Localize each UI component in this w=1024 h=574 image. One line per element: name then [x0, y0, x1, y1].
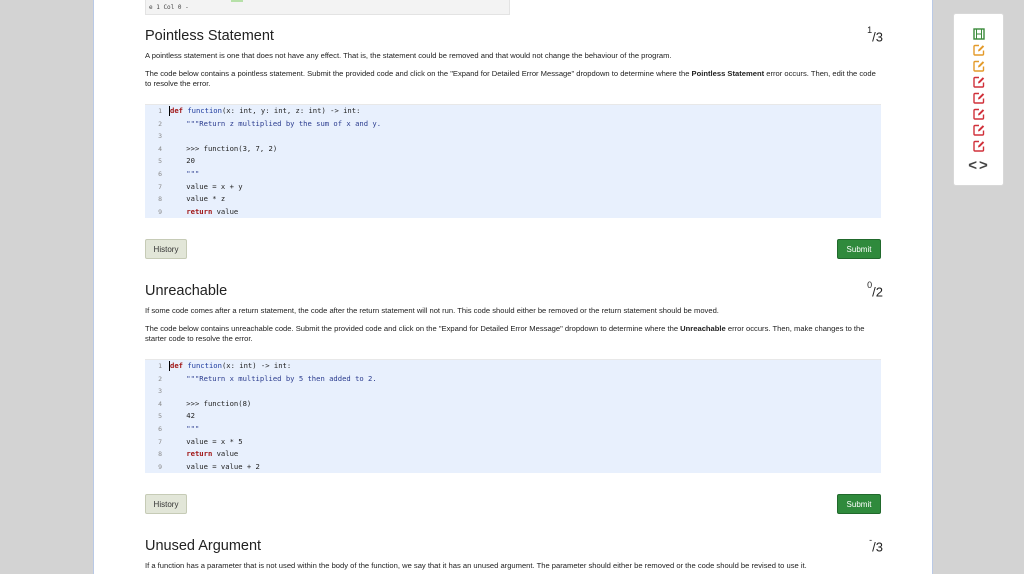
code-line[interactable]: 4 >>> function(8) — [145, 397, 881, 411]
activity-page: e 1 Col 0 - Pointless Statement 1/3 A po… — [93, 0, 933, 574]
code-editor[interactable]: 1 def function(x: int) -> int: 2 """Return… — [145, 359, 881, 474]
edit-icon[interactable] — [973, 59, 985, 72]
line-number: 8 — [158, 195, 162, 204]
code-text: value = x * 5 — [169, 436, 243, 446]
film-icon[interactable] — [973, 27, 985, 40]
code-line[interactable]: 5 20 — [145, 155, 881, 168]
code-line[interactable]: 6 """ — [145, 167, 881, 181]
edit-icon[interactable] — [973, 43, 985, 56]
edit-icon[interactable] — [973, 139, 985, 152]
progress-side-panel: <> — [953, 13, 1004, 186]
code-text: return value — [186, 449, 239, 459]
history-button[interactable]: History — [145, 494, 187, 514]
code-line[interactable]: 9 value = value + 2 — [145, 460, 881, 474]
description: A pointless statement is one that does n… — [145, 51, 672, 60]
line-number: 7 — [158, 182, 162, 191]
code-line[interactable]: 8 value * z — [145, 193, 881, 206]
code-text: def function(x: int) -> int: — [169, 361, 292, 371]
code-line[interactable]: 2 """Return z multiplied by the sum of x… — [145, 117, 881, 131]
code-text: value = value + 2 — [169, 461, 260, 471]
nav-arrows[interactable]: <> — [964, 157, 994, 174]
line-number: 3 — [158, 132, 162, 141]
code-text: """ — [169, 423, 200, 433]
code-line[interactable]: 1 def function(x: int) -> int: — [145, 360, 881, 373]
code-line[interactable]: 7 value = x + y — [145, 180, 881, 194]
line-number: 2 — [158, 374, 162, 383]
code-line[interactable]: 6 """ — [145, 422, 881, 436]
edit-icon[interactable] — [973, 75, 985, 88]
submit-button[interactable]: Submit — [837, 239, 881, 259]
code-text: value * z — [169, 194, 226, 204]
code-line[interactable]: 8 return value — [145, 448, 881, 461]
code-text: 20 — [169, 156, 195, 166]
code-line[interactable]: 2 """Return x multiplied by 5 then added… — [145, 372, 881, 386]
code-text: 42 — [169, 411, 195, 421]
line-number: 5 — [158, 157, 162, 166]
code-text: def function(x: int, y: int, z: int) -> … — [169, 106, 361, 116]
line-number: 9 — [158, 462, 162, 471]
line-number: 3 — [158, 387, 162, 396]
code-line[interactable]: 5 42 — [145, 410, 881, 423]
section-title: Pointless Statement — [145, 28, 274, 44]
score: 1/3 — [867, 25, 883, 45]
code-line[interactable]: 4 >>> function(3, 7, 2) — [145, 142, 881, 156]
code-text: >>> function(8) — [169, 398, 252, 408]
line-number: 4 — [158, 144, 162, 153]
edit-icon[interactable] — [973, 91, 985, 104]
description: If some code comes after a return statem… — [145, 306, 719, 315]
description: If a function has a parameter that is no… — [145, 561, 807, 570]
line-number: 9 — [158, 207, 162, 216]
edit-icon[interactable] — [973, 123, 985, 136]
line-number: 6 — [158, 424, 162, 433]
instructions: The code below contains a pointless stat… — [145, 69, 876, 88]
section-title: Unused Argument — [145, 538, 262, 554]
score: -/3 — [869, 535, 883, 555]
code-text: """Return z multiplied by the sum of x a… — [169, 118, 382, 128]
editor-status-bar: e 1 Col 0 - — [145, 0, 510, 15]
line-number: 4 — [158, 399, 162, 408]
code-text: return value — [186, 206, 239, 216]
history-button[interactable]: History — [145, 239, 187, 259]
code-line[interactable]: 1 def function(x: int, y: int, z: int) ->… — [145, 105, 881, 118]
line-number: 1 — [158, 362, 162, 370]
score: 0/2 — [867, 280, 883, 300]
submit-button[interactable]: Submit — [837, 494, 881, 514]
line-number: 8 — [158, 450, 162, 459]
code-text: value = x + y — [169, 181, 243, 191]
code-line[interactable]: 3 — [145, 385, 881, 398]
line-number: 2 — [158, 119, 162, 128]
line-number: 6 — [158, 169, 162, 178]
code-editor[interactable]: 1 def function(x: int, y: int, z: int) ->… — [145, 104, 881, 219]
code-text: """Return x multiplied by 5 then added t… — [169, 373, 377, 383]
line-number: 1 — [158, 107, 162, 115]
section-title: Unreachable — [145, 283, 228, 299]
code-text: """ — [169, 168, 200, 178]
status-text: e 1 Col 0 - — [149, 4, 189, 11]
code-line[interactable]: 3 — [145, 130, 881, 143]
status-accent — [231, 0, 243, 2]
line-number: 7 — [158, 437, 162, 446]
edit-icon[interactable] — [973, 107, 985, 120]
code-text: >>> function(3, 7, 2) — [169, 143, 278, 153]
line-number: 5 — [158, 412, 162, 421]
instructions: The code below contains unreachable code… — [145, 324, 865, 343]
code-line[interactable]: 9 return value — [145, 205, 881, 219]
code-line[interactable]: 7 value = x * 5 — [145, 435, 881, 449]
